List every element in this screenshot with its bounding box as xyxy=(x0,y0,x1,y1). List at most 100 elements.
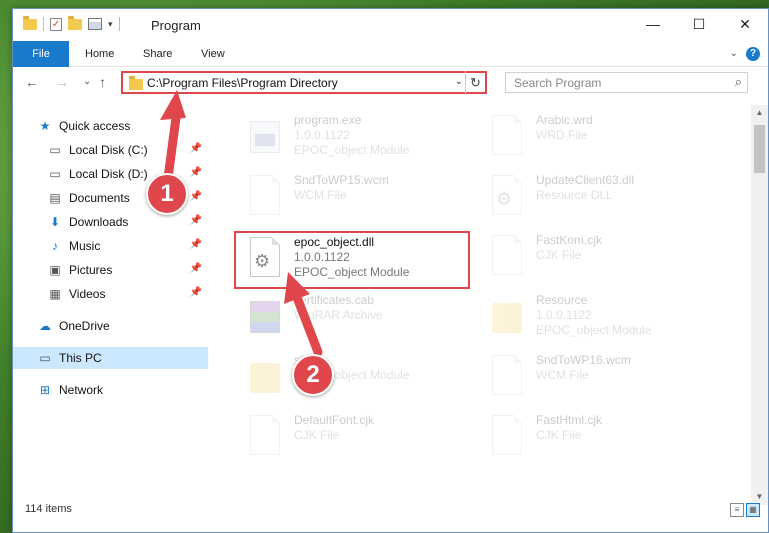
pin-icon[interactable]: 📌 xyxy=(190,191,202,202)
file-name: Resource xyxy=(536,293,588,307)
file-detail: WCM File xyxy=(294,188,347,202)
file-item[interactable]: program.exe 1.0.0.1122 EPOC_object Module xyxy=(236,111,466,169)
file-detail: CJK File xyxy=(536,248,582,262)
file-item[interactable]: ⚙ UpdateClient63.dll Resource DLL xyxy=(478,171,708,229)
pin-icon[interactable]: 📌 xyxy=(190,239,202,250)
file-name: SndToWP16.wcm xyxy=(536,353,631,367)
file-name: program.exe xyxy=(294,113,362,127)
file-detail: 1.0.0.1122 xyxy=(536,308,592,322)
search-placeholder: Search Program xyxy=(514,76,602,90)
back-arrow-icon[interactable]: ← xyxy=(25,74,39,90)
properties-check-icon[interactable]: ✓ xyxy=(50,17,62,31)
sidebar-item-label: Downloads xyxy=(69,215,129,229)
file-name: FastHtml.cjk xyxy=(536,413,602,427)
sidebar-item-downloads[interactable]: ⬇ Downloads 📌 xyxy=(13,211,208,233)
sidebar-item-label: Network xyxy=(59,383,104,397)
file-meta: Arabic.wrd WRD File xyxy=(536,111,593,169)
maximize-button[interactable]: ☐ xyxy=(676,9,722,39)
forward-arrow-icon[interactable]: → xyxy=(55,74,69,90)
search-icon[interactable]: ⌕ xyxy=(735,74,742,90)
up-arrow-icon[interactable]: ↑ xyxy=(99,74,106,90)
separator xyxy=(118,17,120,31)
file-icon xyxy=(248,175,282,217)
scroll-up-icon[interactable]: ▲ xyxy=(751,105,768,121)
documents-icon: ▤ xyxy=(49,191,61,205)
tiles-view-icon[interactable]: ▦ xyxy=(746,503,760,517)
address-bar[interactable]: C:\Program Files\Program Directory ⌄ ↻ xyxy=(121,71,487,94)
file-detail: WinRAR Archive xyxy=(294,308,383,322)
sidebar-item-music[interactable]: ♪ Music 📌 xyxy=(13,235,208,257)
details-view-icon[interactable]: ≡ xyxy=(730,503,744,517)
file-item[interactable]: FastHtml.cjk CJK File xyxy=(478,411,708,469)
tab-share[interactable]: Share xyxy=(129,41,186,67)
sidebar-item-videos[interactable]: ▦ Videos 📌 xyxy=(13,283,208,305)
file-list: program.exe 1.0.0.1122 EPOC_object Module A… xyxy=(218,105,743,505)
pin-icon[interactable]: 📌 xyxy=(190,167,202,178)
application-icon xyxy=(248,115,282,157)
ribbon-expand-icon[interactable]: ⌄ xyxy=(730,48,738,59)
sidebar-item-network[interactable]: ⊞ Network xyxy=(13,379,208,401)
address-dropdown-icon[interactable]: ⌄ xyxy=(455,76,463,87)
refresh-icon[interactable]: ↻ xyxy=(465,71,485,94)
tab-home[interactable]: Home xyxy=(71,41,128,67)
sidebar-item-pictures[interactable]: ▣ Pictures 📌 xyxy=(13,259,208,281)
file-item[interactable]: certificates.cab WinRAR Archive xyxy=(236,291,466,349)
file-item[interactable]: SndToWP15.wcm WCM File xyxy=(236,171,466,229)
file-meta: FastHtml.cjk CJK File xyxy=(536,411,602,469)
help-icon[interactable]: ? xyxy=(746,47,760,61)
file-detail: Resource DLL xyxy=(536,188,613,202)
file-item[interactable]: DefaultFont.cjk CJK File xyxy=(236,411,466,469)
file-item[interactable]: sl4EPOC_object Module xyxy=(236,351,466,409)
sidebar-item-local-disk-c[interactable]: ▭ Local Disk (C:) 📌 xyxy=(13,139,208,161)
tab-file[interactable]: File xyxy=(13,41,69,67)
pin-icon[interactable]: 📌 xyxy=(190,263,202,274)
file-meta: SndToWP16.wcm WCM File xyxy=(536,351,631,409)
sidebar-item-label: Local Disk (D:) xyxy=(69,167,148,181)
file-meta: epoc_object.dll 1.0.0.1122 EPOC_object Mod… xyxy=(294,233,409,287)
file-item[interactable]: SndToWP16.wcm WCM File xyxy=(478,351,708,409)
file-meta: SndToWP15.wcm WCM File xyxy=(294,171,389,229)
step-1-badge: 1 xyxy=(146,173,188,215)
sidebar-item-this-pc[interactable]: ▭ This PC xyxy=(13,347,208,369)
search-input[interactable]: Search Program ⌕ xyxy=(505,72,748,93)
qat-dropdown-icon[interactable]: ▾ xyxy=(108,19,113,30)
scroll-thumb[interactable] xyxy=(754,125,765,173)
minimize-button[interactable]: — xyxy=(630,9,676,39)
file-item[interactable]: Resource 1.0.0.1122 EPOC_object Module xyxy=(478,291,708,349)
sidebar-item-label: This PC xyxy=(59,351,102,365)
tab-view[interactable]: View xyxy=(187,41,239,67)
new-folder-icon[interactable] xyxy=(68,15,82,30)
quick-access-toolbar: ✓ ▾ xyxy=(23,15,120,31)
pin-icon[interactable]: 📌 xyxy=(190,143,202,154)
navigation-pane: ★ Quick access ▭ Local Disk (C:) 📌 ▭ Local Dis… xyxy=(13,105,208,505)
cloud-icon: ☁ xyxy=(39,319,51,333)
vertical-scrollbar[interactable]: ▲ ▼ xyxy=(751,105,768,505)
close-button[interactable]: ✕ xyxy=(722,9,768,39)
window-title: Program xyxy=(151,18,201,33)
folder-icon xyxy=(248,355,282,397)
sidebar-item-onedrive[interactable]: ☁ OneDrive xyxy=(13,315,208,337)
ribbon-tabs: File Home Share View ⌄ ? xyxy=(13,41,768,67)
dll-file-icon: ⚙ xyxy=(248,237,282,279)
pin-icon[interactable]: 📌 xyxy=(190,287,202,298)
pictures-icon: ▣ xyxy=(49,263,61,277)
address-path[interactable]: C:\Program Files\Program Directory xyxy=(147,76,338,90)
file-item[interactable]: Arabic.wrd WRD File xyxy=(478,111,708,169)
file-name: FastKom.cjk xyxy=(536,233,603,247)
sidebar-item-label: OneDrive xyxy=(59,319,110,333)
view-switcher: ≡ ▦ xyxy=(730,503,760,517)
file-icon xyxy=(248,415,282,457)
file-meta: DefaultFont.cjk CJK File xyxy=(294,411,374,469)
pin-icon[interactable]: 📌 xyxy=(190,215,202,226)
file-item[interactable]: FastKom.cjk CJK File xyxy=(478,231,708,289)
file-meta: Resource 1.0.0.1122 EPOC_object Module xyxy=(536,291,651,349)
properties-icon[interactable] xyxy=(88,18,102,30)
file-name: SndToWP15.wcm xyxy=(294,173,389,187)
sidebar-item-quick-access[interactable]: ★ Quick access xyxy=(13,115,208,137)
recent-locations-icon[interactable]: ⌄ xyxy=(83,76,91,87)
file-item[interactable]: ⚙ epoc_object.dll 1.0.0.1122 EPOC_object Mo… xyxy=(234,231,470,289)
file-name: epoc_object.dll xyxy=(294,235,375,249)
music-icon: ♪ xyxy=(52,239,58,253)
file-detail: CJK File xyxy=(294,428,340,442)
file-icon xyxy=(490,235,524,277)
